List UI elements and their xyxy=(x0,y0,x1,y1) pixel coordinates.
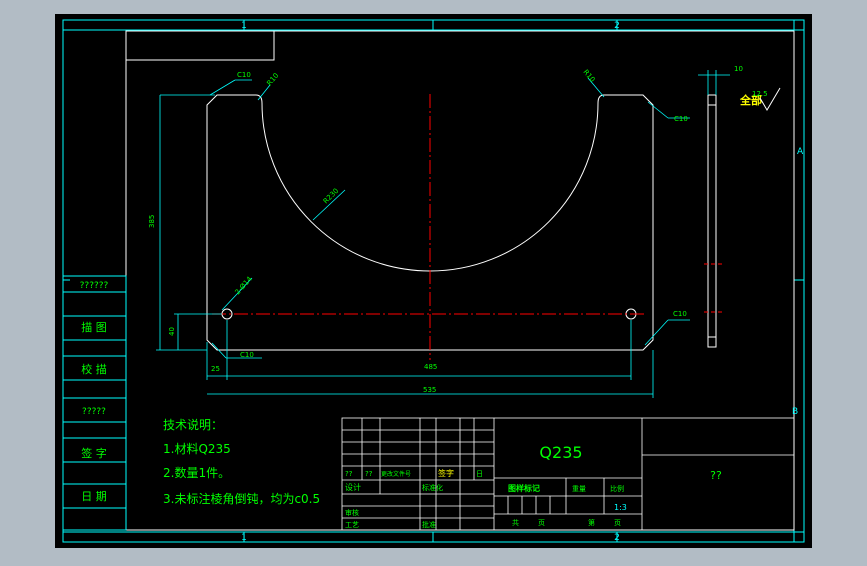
tb-sheet-no: 第 xyxy=(588,518,595,527)
tb-standard: 标准化 xyxy=(422,483,443,492)
tb-material: Q235 xyxy=(539,443,582,462)
notes-heading: 技术说明： xyxy=(163,417,223,432)
notes-line1: 1.材料Q235 xyxy=(163,442,231,456)
dim-height-385: 385 xyxy=(148,215,156,228)
left-row1: ?????? xyxy=(80,281,109,291)
zone-top-1: 1 xyxy=(241,21,247,31)
left-row3: 校 描 xyxy=(81,362,107,376)
dim-total-535: 535 xyxy=(423,386,436,394)
tb-name: ?? xyxy=(710,469,722,482)
dim-c10-top-right: C10 xyxy=(674,115,688,123)
tb-weight: 重量 xyxy=(572,485,586,493)
dim-height-40: 40 xyxy=(168,327,176,336)
tb-cell-wenjian: 更改文件号 xyxy=(381,470,411,478)
zone-bottom-2: 2 xyxy=(614,533,620,543)
tb-cell-q2: ?? xyxy=(365,470,373,478)
zone-bottom-1: 1 xyxy=(241,533,247,543)
tb-cell-q1: ?? xyxy=(345,470,353,478)
tb-cell-qianzi: 签字 xyxy=(438,468,454,478)
tb-sheet-page2: 页 xyxy=(614,519,621,527)
zone-right-b: B xyxy=(792,407,798,417)
tb-sheets-total: 共 xyxy=(512,518,519,527)
tb-stage-mark: 图样标记 xyxy=(508,483,540,493)
dim-thickness-10: 10 xyxy=(734,65,743,73)
tb-approve: 批准 xyxy=(422,520,436,529)
tb-cell-riqi: 日 xyxy=(476,470,483,478)
zone-right-a: A xyxy=(797,147,804,157)
zone-top-2: 2 xyxy=(614,21,620,31)
tb-process: 工艺 xyxy=(345,521,359,529)
tb-design: 设计 xyxy=(345,482,361,492)
left-row6: 日 期 xyxy=(81,490,107,503)
drawing-canvas: 1 2 1 2 A B C10 R10 R10 C10 R230 385 2-Ø… xyxy=(55,14,812,548)
dim-c10-bottom-left: C10 xyxy=(240,351,254,359)
left-row2: 描 图 xyxy=(81,320,107,334)
dim-left-25: 25 xyxy=(211,365,220,373)
left-row4: ????? xyxy=(82,407,106,417)
tb-scale-value: 1:3 xyxy=(614,503,627,512)
tb-sheet-page: 页 xyxy=(538,519,545,527)
tb-scale: 比例 xyxy=(610,484,624,493)
left-row5: 签 字 xyxy=(81,446,107,460)
notes-line2: 2.数量1件。 xyxy=(163,465,230,480)
dim-span-485: 485 xyxy=(424,363,437,371)
notes-line3: 3.未标注棱角倒钝，均为c0.5 xyxy=(163,491,320,506)
dim-c10-top-left: C10 xyxy=(237,71,251,79)
cad-viewport: 1 2 1 2 A B C10 R10 R10 C10 R230 385 2-Ø… xyxy=(0,0,867,562)
tb-check: 审核 xyxy=(345,508,359,517)
dim-c10-bottom-right: C10 xyxy=(673,310,687,318)
roughness-value: 12.5 xyxy=(752,90,768,98)
